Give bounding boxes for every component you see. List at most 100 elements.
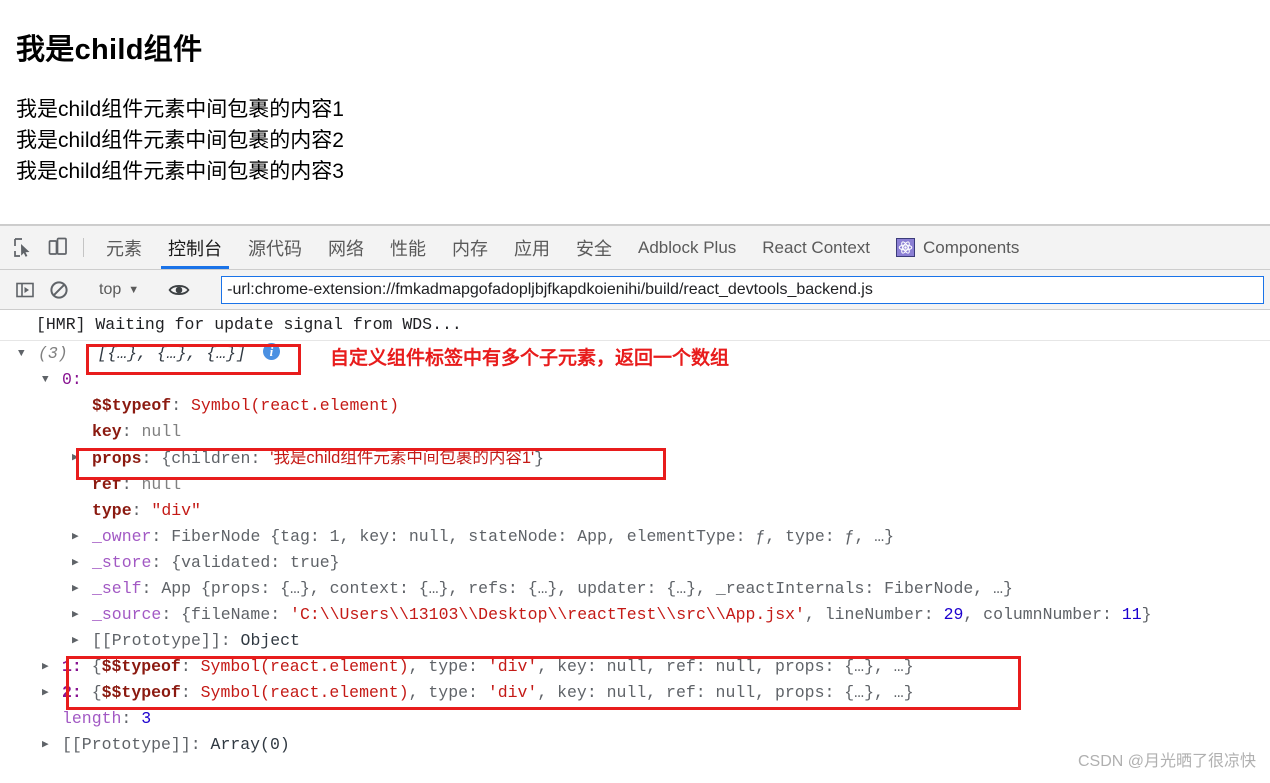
tab-network[interactable]: 网络: [315, 226, 377, 269]
expand-arrow-icon[interactable]: [42, 732, 55, 758]
clear-console-icon[interactable]: [42, 280, 76, 300]
prop-value-string: '我是child组件元素中间包裹的内容1': [270, 449, 535, 467]
array-item-1-row[interactable]: 1: {$$typeof: Symbol(react.element), typ…: [10, 654, 1270, 680]
prop-value: Array(0): [210, 735, 290, 754]
summary-typeof-key: $$typeof: [101, 657, 181, 676]
console-filter-bar: top ▼: [0, 270, 1270, 310]
tab-adblock-plus[interactable]: Adblock Plus: [625, 226, 749, 269]
hmr-text: [HMR] Waiting for update signal from WDS…: [36, 315, 462, 334]
prop-value: {tag: 1, key: null, stateNode: App, elem…: [270, 527, 895, 546]
tab-components[interactable]: Components: [883, 226, 1032, 269]
array-item-0-index: 0:: [62, 370, 82, 389]
expand-arrow-icon[interactable]: [18, 341, 31, 367]
prop-row-typeof: $$typeof: Symbol(react.element): [92, 396, 399, 415]
inspect-element-icon[interactable]: [6, 226, 40, 269]
device-toolbar-icon[interactable]: [40, 226, 74, 269]
tab-memory[interactable]: 内存: [439, 226, 501, 269]
chevron-down-icon: ▼: [128, 283, 140, 296]
prop-key: _source: [92, 605, 162, 624]
csdn-watermark: CSDN @月光晒了很凉快: [1077, 753, 1256, 770]
prop-value: 3: [141, 709, 152, 728]
console-message-array: (3) [{…}, {…}, {…}] i 0: $$typeof: Symbo…: [0, 341, 1270, 758]
summary-prefix: {: [91, 683, 102, 702]
console-message-hmr: [HMR] Waiting for update signal from WDS…: [0, 310, 1270, 341]
page-line: 我是child组件元素中间包裹的内容1: [16, 98, 344, 121]
prop-row-owner[interactable]: _owner: FiberNode {tag: 1, key: null, st…: [10, 524, 1270, 550]
summary-type-value: 'div': [487, 683, 538, 702]
prop-value-prefix: {fileName:: [181, 605, 291, 624]
prop-key: _owner: [92, 527, 152, 546]
summary-typeof-key: $$typeof: [101, 683, 181, 702]
summary-typeof-value: Symbol(react.element): [200, 683, 409, 702]
devtools-panel: 元素 控制台 源代码 网络 性能 内存 应用 安全 Adblock Plus R…: [0, 225, 1270, 783]
array-length-row: length: 3: [62, 709, 152, 728]
summary-type-key: , type:: [408, 683, 488, 702]
prop-row-source[interactable]: _source: {fileName: 'C:\\Users\\13103\\D…: [10, 602, 1270, 628]
prop-key: _self: [92, 579, 142, 598]
array-item-2-row[interactable]: 2: {$$typeof: Symbol(react.element), typ…: [10, 680, 1270, 706]
info-icon[interactable]: i: [262, 343, 280, 360]
array-item-1-index: 1:: [62, 657, 82, 676]
prop-value: null: [141, 475, 182, 494]
expand-arrow-icon[interactable]: [72, 524, 85, 550]
tab-elements[interactable]: 元素: [93, 226, 155, 269]
prop-value: null: [141, 422, 182, 441]
summary-type-value: 'div': [487, 657, 538, 676]
expand-arrow-icon[interactable]: [72, 445, 85, 471]
prop-value-prefix: {children:: [161, 449, 271, 468]
execution-context-selector[interactable]: top ▼: [95, 281, 143, 299]
prop-key: props: [92, 449, 142, 468]
expand-arrow-icon[interactable]: [72, 576, 85, 602]
prop-row-props[interactable]: props: {children: '我是child组件元素中间包裹的内容1'}: [10, 445, 1270, 472]
prop-key: [[Prototype]]: [62, 735, 191, 754]
summary-rest: , key: null, ref: null, props: {…}, …}: [537, 657, 914, 676]
tab-console[interactable]: 控制台: [155, 226, 235, 269]
live-expression-eye-icon[interactable]: [162, 280, 196, 300]
summary-type-key: , type:: [408, 657, 488, 676]
console-sidebar-toggle-icon[interactable]: [8, 280, 42, 300]
prop-key: $$typeof: [92, 396, 172, 415]
expand-arrow-icon[interactable]: [42, 654, 55, 680]
prop-row-prototype-object[interactable]: [[Prototype]]: Object: [10, 628, 1270, 654]
prop-col-label: , columnNumber:: [963, 605, 1122, 624]
prop-key: key: [92, 422, 122, 441]
prop-key: ref: [92, 475, 122, 494]
tab-security[interactable]: 安全: [563, 226, 625, 269]
prop-line-value: 29: [943, 605, 964, 624]
prop-key: length: [62, 709, 122, 728]
prop-key: _store: [92, 553, 152, 572]
summary-rest: , key: null, ref: null, props: {…}, …}: [537, 683, 914, 702]
tab-performance[interactable]: 性能: [377, 226, 439, 269]
prop-row-self[interactable]: _self: App {props: {…}, context: {…}, re…: [10, 576, 1270, 602]
tab-sources[interactable]: 源代码: [235, 226, 315, 269]
console-output[interactable]: [HMR] Waiting for update signal from WDS…: [0, 310, 1270, 783]
expand-arrow-icon[interactable]: [72, 602, 85, 628]
tab-application[interactable]: 应用: [501, 226, 563, 269]
console-filter-input[interactable]: [221, 275, 1264, 304]
rendered-page-area: 我是child组件 我是child组件元素中间包裹的内容1 我是child组件元…: [0, 0, 1270, 225]
prop-line-label: , lineNumber:: [804, 605, 944, 624]
prop-row-store[interactable]: _store: {validated: true}: [10, 550, 1270, 576]
toolbar-divider: [83, 238, 84, 257]
expand-arrow-icon[interactable]: [42, 367, 55, 393]
array-count: (3): [38, 344, 68, 363]
annotation-text-array: 自定义组件标签中有多个子元素，返回一个数组: [330, 348, 730, 369]
expand-arrow-icon[interactable]: [72, 550, 85, 576]
prop-value-ctor: FiberNode: [171, 527, 271, 546]
prop-row-key: key: null: [92, 422, 182, 441]
expand-arrow-icon[interactable]: [72, 628, 85, 654]
page-line: 我是child组件元素中间包裹的内容2: [16, 129, 344, 152]
tab-components-label: Components: [923, 237, 1020, 257]
summary-typeof-value: Symbol(react.element): [200, 657, 409, 676]
prop-col-value: 11: [1121, 605, 1142, 624]
prop-key: type: [92, 501, 132, 520]
prop-value: Object: [240, 631, 300, 650]
prop-row-type: type: "div": [92, 501, 201, 520]
page-line: 我是child组件元素中间包裹的内容3: [16, 160, 344, 183]
react-logo-icon: [896, 238, 916, 257]
tab-react-context[interactable]: React Context: [749, 226, 883, 269]
prop-row-ref: ref: null: [92, 475, 182, 494]
expand-arrow-icon[interactable]: [42, 680, 55, 706]
prop-value-file: 'C:\\Users\\13103\\Desktop\\reactTest\\s…: [290, 605, 805, 624]
prop-value-suffix: }: [1141, 605, 1152, 624]
